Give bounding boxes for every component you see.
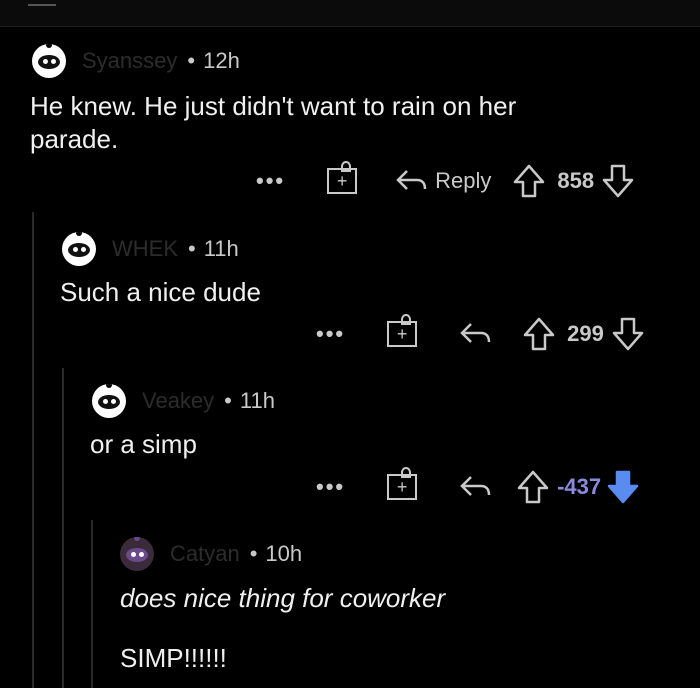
separator-dot: • [187, 48, 196, 73]
comment-body: Such a nice dude [60, 276, 261, 309]
reply-button[interactable] [459, 321, 491, 347]
reply-button[interactable]: Reply [395, 168, 491, 194]
reply-arrow-icon [460, 476, 491, 496]
upvote-icon[interactable] [513, 164, 545, 198]
comment-body: He knew. He just didn't want to rain on … [30, 90, 516, 156]
comment-actions: ••• + 299 [316, 314, 644, 351]
comment-line: does nice thing for coworker [120, 583, 446, 613]
comment-actions: ••• + -437 [316, 467, 639, 504]
reply-label: Reply [435, 168, 492, 193]
vote-count: 858 [557, 168, 595, 193]
give-award-icon[interactable]: + [387, 467, 418, 500]
comment-body: SIMP!!!!!! [120, 642, 227, 675]
comment-line: He knew. He just didn't want to rain on … [30, 91, 517, 121]
menu-icon[interactable] [28, 0, 56, 6]
downvote-icon[interactable] [602, 164, 634, 198]
comment-line: parade. [30, 124, 119, 154]
comment-meta: WHEK • 11h [62, 232, 239, 266]
vote-count: 299 [567, 321, 604, 346]
comment-actions: ••• + Reply 858 [256, 161, 634, 198]
avatar[interactable] [32, 44, 66, 78]
gift-plus: + [396, 324, 408, 344]
comment-line: SIMP!!!!!! [120, 643, 227, 673]
downvote-icon[interactable] [612, 317, 644, 351]
avatar[interactable] [120, 537, 154, 571]
vote-count: -437 [557, 474, 602, 499]
thread-line[interactable] [91, 520, 93, 688]
comment-line: or a simp [90, 429, 197, 459]
comment-meta: Veakey • 11h [92, 384, 275, 418]
separator-dot: • [188, 236, 196, 261]
avatar[interactable] [62, 232, 96, 266]
upvote-icon[interactable] [523, 317, 555, 351]
comment-body: does nice thing for coworker [120, 582, 445, 615]
comment-meta: Catyan • 10h [120, 537, 302, 571]
username[interactable]: WHEK [112, 236, 178, 262]
downvote-active-icon[interactable] [607, 470, 639, 504]
comment-line: Such a nice dude [60, 277, 261, 307]
gift-plus: + [336, 171, 348, 191]
thread-line[interactable] [62, 368, 64, 688]
comment-body: or a simp [90, 428, 197, 461]
separator-dot: • [249, 541, 258, 566]
gift-plus: + [396, 477, 408, 497]
give-award-icon[interactable]: + [327, 161, 358, 194]
reply-arrow-icon [396, 170, 427, 190]
username[interactable]: Veakey [142, 388, 214, 414]
more-options-button[interactable]: ••• [316, 321, 345, 347]
comment-age: 12h [203, 48, 240, 73]
comment-age: 11h [203, 236, 239, 261]
reply-button[interactable] [459, 474, 491, 500]
comment-meta: Syanssey • 12h [32, 44, 240, 78]
username[interactable]: Catyan [170, 541, 240, 567]
avatar[interactable] [92, 384, 126, 418]
separator-dot: • [224, 388, 232, 413]
thread-line[interactable] [32, 212, 34, 688]
give-award-icon[interactable]: + [387, 314, 418, 347]
upvote-icon[interactable] [517, 470, 549, 504]
reply-arrow-icon [460, 323, 491, 343]
more-options-button[interactable]: ••• [316, 474, 345, 500]
more-options-button[interactable]: ••• [256, 168, 285, 194]
username[interactable]: Syanssey [82, 48, 177, 74]
top-bar [0, 0, 700, 27]
comment-age: 10h [265, 541, 303, 566]
comment-age: 11h [239, 388, 275, 413]
